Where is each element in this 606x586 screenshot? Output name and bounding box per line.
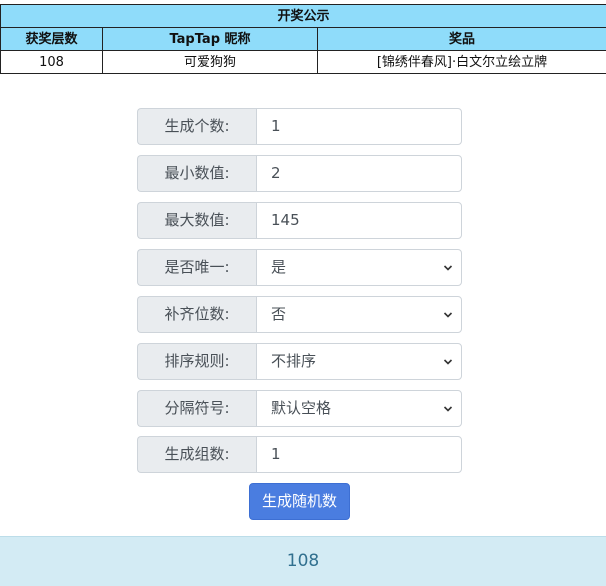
- winners-table: 开奖公示 获奖层数 TapTap 昵称 奖品 108 可爱狗狗 [锦绣伴春风]·…: [0, 4, 606, 74]
- sort-select[interactable]: 不排序: [256, 343, 462, 380]
- chevron-down-icon: [443, 312, 453, 318]
- unique-row: 是否唯一: 是: [137, 249, 462, 286]
- header-nickname: TapTap 昵称: [102, 27, 318, 51]
- cell-prize: [锦绣伴春风]·白文尔立绘立牌: [317, 50, 606, 74]
- sort-label: 排序规则:: [137, 343, 256, 380]
- chevron-down-icon: [443, 406, 453, 412]
- pad-select[interactable]: 否: [256, 296, 462, 333]
- pad-row: 补齐位数: 否: [137, 296, 462, 333]
- min-label: 最小数值:: [137, 155, 256, 192]
- groups-value: 1: [271, 445, 281, 463]
- min-value: 2: [271, 164, 281, 182]
- separator-row: 分隔符号: 默认空格: [137, 390, 462, 427]
- count-label: 生成个数:: [137, 108, 256, 145]
- max-label: 最大数值:: [137, 202, 256, 239]
- header-floor: 获奖层数: [0, 27, 103, 51]
- min-input[interactable]: 2: [256, 155, 462, 192]
- max-row: 最大数值: 145: [137, 202, 462, 239]
- unique-label: 是否唯一:: [137, 249, 256, 286]
- cell-nickname: 可爱狗狗: [102, 50, 318, 74]
- min-row: 最小数值: 2: [137, 155, 462, 192]
- cell-floor: 108: [0, 50, 103, 74]
- table-header-row: 获奖层数 TapTap 昵称 奖品: [0, 27, 606, 51]
- groups-row: 生成组数: 1: [137, 436, 462, 473]
- unique-select[interactable]: 是: [256, 249, 462, 286]
- sort-value: 不排序: [271, 352, 317, 370]
- count-row: 生成个数: 1: [137, 108, 462, 145]
- unique-value: 是: [271, 258, 287, 276]
- count-value: 1: [271, 117, 281, 135]
- separator-label: 分隔符号:: [137, 390, 256, 427]
- separator-value: 默认空格: [271, 399, 332, 417]
- generate-button[interactable]: 生成随机数: [249, 483, 350, 520]
- separator-select[interactable]: 默认空格: [256, 390, 462, 427]
- pad-label: 补齐位数:: [137, 296, 256, 333]
- sort-row: 排序规则: 不排序: [137, 343, 462, 380]
- chevron-down-icon: [443, 265, 453, 271]
- count-input[interactable]: 1: [256, 108, 462, 145]
- pad-value: 否: [271, 305, 287, 323]
- result-value: 108: [286, 551, 320, 571]
- max-input[interactable]: 145: [256, 202, 462, 239]
- groups-input[interactable]: 1: [256, 436, 462, 473]
- groups-label: 生成组数:: [137, 436, 256, 473]
- max-value: 145: [271, 211, 300, 229]
- winners-table-title: 开奖公示: [0, 4, 606, 28]
- table-row: 108 可爱狗狗 [锦绣伴春风]·白文尔立绘立牌: [0, 50, 606, 74]
- result-box: 108: [0, 536, 606, 586]
- chevron-down-icon: [443, 359, 453, 365]
- header-prize: 奖品: [317, 27, 606, 51]
